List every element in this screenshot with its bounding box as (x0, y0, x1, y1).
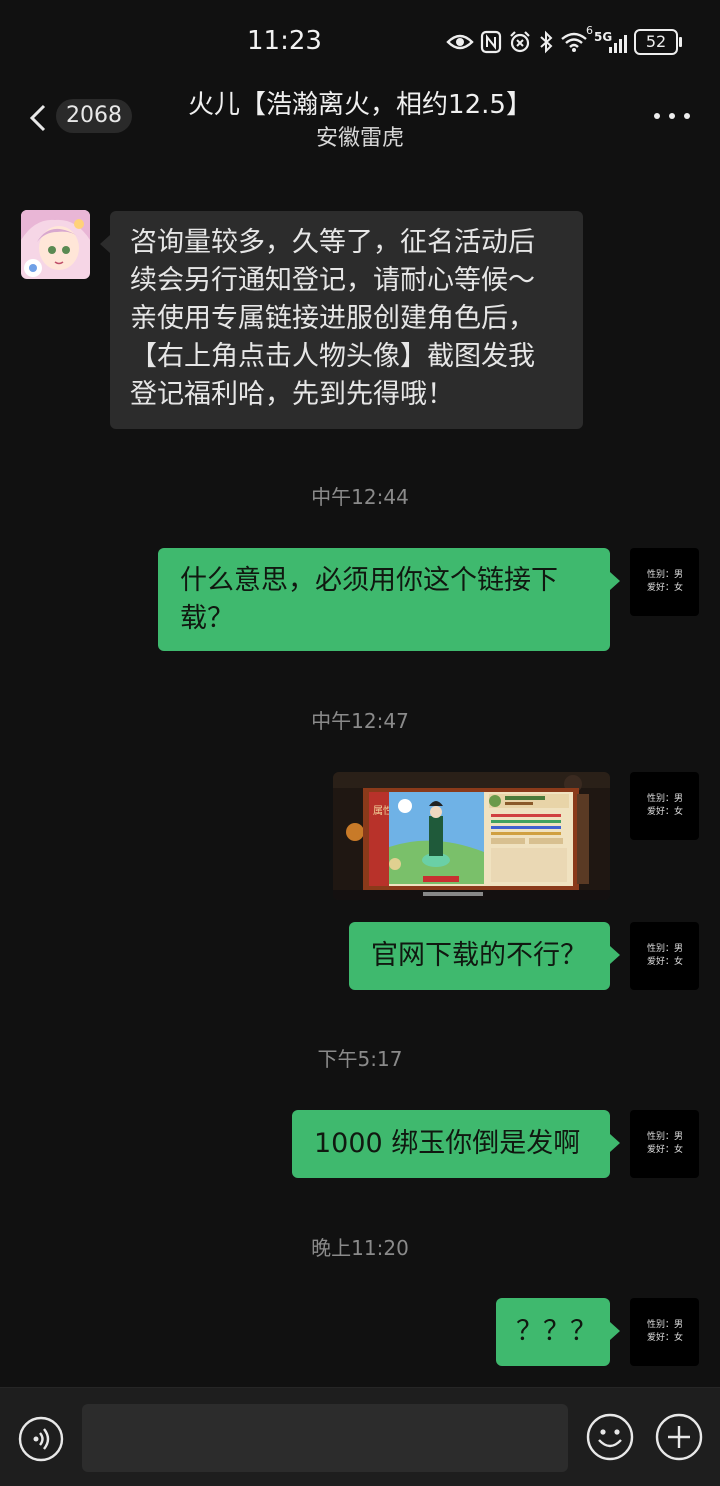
clipped-timestamp: · · · · · (0, 150, 720, 160)
status-bar: 11:23 6 5G 52 (0, 0, 720, 84)
chat-header: 2068 火儿【浩瀚离火，相约12.5】 安徽雷虎 (0, 84, 720, 154)
contact-avatar[interactable] (21, 210, 90, 279)
avatar-text: 性别：男 (647, 794, 684, 804)
status-time: 11:23 (247, 26, 322, 56)
network-sup: 6 (586, 24, 593, 37)
anime-avatar-icon (21, 210, 90, 279)
wifi-icon (561, 32, 587, 52)
signal-indicator: 6 5G (586, 24, 628, 54)
message-line: 载？ (180, 603, 234, 634)
self-avatar[interactable]: 性别：男 爱好：女 (630, 1110, 699, 1178)
self-avatar[interactable]: 性别：男 爱好：女 (630, 1298, 699, 1366)
avatar-text: 爱好：女 (647, 1333, 684, 1343)
voice-input-icon[interactable] (18, 1416, 64, 1462)
self-avatar[interactable]: 性别：男 爱好：女 (630, 548, 699, 616)
message-timestamp: 下午5:17 (317, 1047, 403, 1071)
outgoing-message-bubble[interactable]: 什么意思，必须用你这个链接下 载？ (158, 548, 620, 651)
message-line: 续会另行通知登记，请耐心等候～ (130, 265, 535, 296)
avatar-text: 性别：男 (647, 1132, 684, 1142)
message-line: 登记福利哈，先到先得哦！ (130, 379, 454, 410)
outgoing-message-bubble[interactable]: 官网下载的不行？ (349, 922, 620, 990)
eye-icon (446, 34, 474, 50)
avatar-text: 性别：男 (647, 570, 684, 580)
more-options-button[interactable] (654, 104, 690, 128)
alarm-icon (510, 31, 530, 53)
emoji-icon[interactable] (585, 1412, 635, 1462)
chat-title: 火儿【浩瀚离火，相约12.5】 (188, 90, 532, 120)
message-line: 官网下载的不行？ (371, 940, 587, 971)
message-line: 什么意思，必须用你这个链接下 (180, 565, 558, 596)
outgoing-message-bubble[interactable]: 1000 绑玉你倒是发啊 (292, 1110, 620, 1178)
message-timestamp: 中午12:47 (311, 709, 409, 733)
battery-indicator: 52 (634, 29, 682, 55)
message-text-input[interactable] (82, 1404, 568, 1472)
avatar-text: 性别：男 (647, 1320, 684, 1330)
message-line: ？？？ (516, 1316, 597, 1347)
game-screenshot-thumbnail: 属性 (333, 772, 610, 900)
self-avatar[interactable]: 性别：男 爱好：女 (630, 772, 699, 840)
bluetooth-icon (540, 30, 553, 54)
avatar-text: 爱好：女 (647, 807, 684, 817)
message-input-bar (0, 1387, 720, 1486)
signal-icon (609, 35, 627, 53)
message-line: 1000 绑玉你倒是发啊 (314, 1128, 581, 1159)
game-screenshot-image[interactable]: 属性 (333, 772, 610, 900)
message-line: 亲使用专属链接进服创建角色后， (130, 303, 535, 334)
plus-icon[interactable] (654, 1412, 704, 1462)
message-line: 咨询量较多，久等了，征名活动后 (130, 227, 535, 258)
avatar-text: 爱好：女 (647, 957, 684, 967)
message-timestamp: 晚上11:20 (311, 1236, 409, 1260)
avatar-text: 爱好：女 (647, 1145, 684, 1155)
outgoing-message-bubble[interactable]: ？？？ (496, 1298, 620, 1366)
avatar-text: 性别：男 (647, 944, 684, 954)
chat-subtitle: 安徽雷虎 (315, 126, 404, 151)
avatar-text: 爱好：女 (647, 583, 684, 593)
self-avatar[interactable]: 性别：男 爱好：女 (630, 922, 699, 990)
message-line: 【右上角点击人物头像】截图发我 (130, 341, 535, 372)
incoming-message-bubble[interactable]: 咨询量较多，久等了，征名活动后 续会另行通知登记，请耐心等候～ 亲使用专属链接进… (100, 211, 583, 429)
message-timestamp: 中午12:44 (311, 485, 409, 509)
nfc-icon (480, 30, 502, 54)
status-icons: 6 5G 52 (446, 24, 682, 56)
